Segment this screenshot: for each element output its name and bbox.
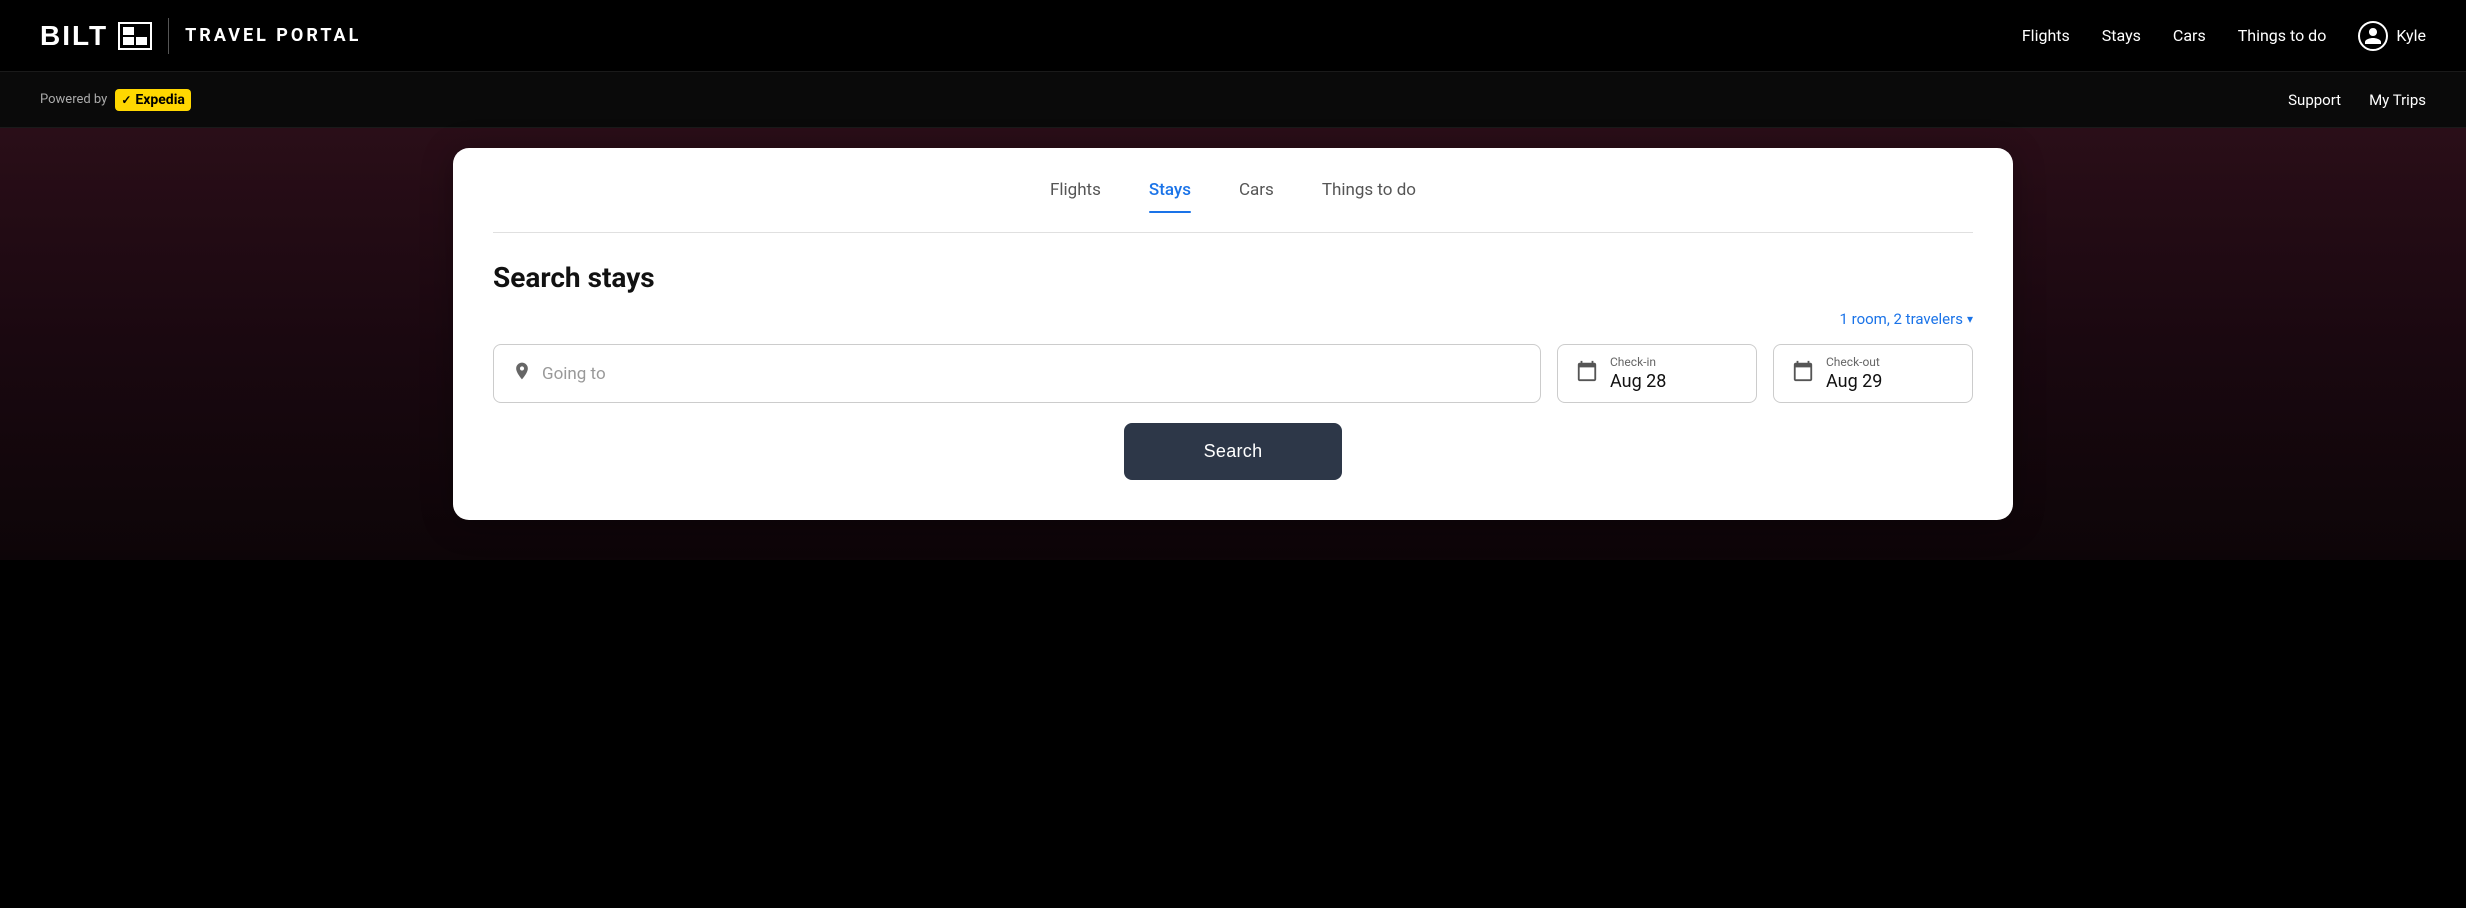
travelers-row: 1 room, 2 travelers ▾	[493, 310, 1973, 328]
checkin-value: Aug 28	[1610, 371, 1666, 392]
tab-stays[interactable]: Stays	[1149, 180, 1191, 212]
hero-section: Flights Stays Cars Things to do Search s…	[0, 128, 2466, 560]
top-navigation: BILT TRAVEL PORTAL Flights Stays Cars Th…	[0, 0, 2466, 72]
nav-left: BILT TRAVEL PORTAL	[40, 18, 361, 54]
travelers-selector[interactable]: 1 room, 2 travelers ▾	[1839, 310, 1973, 328]
powered-by-text: Powered by	[40, 92, 107, 107]
chevron-down-icon: ▾	[1967, 312, 1973, 326]
bilt-grid-icon	[118, 22, 152, 50]
nav-divider	[168, 18, 169, 54]
user-name: Kyle	[2396, 26, 2426, 45]
nav-link-things-to-do[interactable]: Things to do	[2238, 26, 2327, 45]
nav-link-cars[interactable]: Cars	[2173, 26, 2206, 45]
search-button[interactable]: Search	[1124, 423, 1343, 480]
going-to-field[interactable]: Going to	[493, 344, 1541, 403]
checkout-calendar-icon	[1792, 360, 1814, 387]
search-button-row: Search	[493, 423, 1973, 480]
location-icon	[512, 361, 532, 386]
going-to-placeholder: Going to	[542, 364, 606, 384]
bilt-logo[interactable]: BILT	[40, 20, 152, 52]
travelers-label: 1 room, 2 travelers	[1839, 310, 1962, 328]
checkout-content: Check-out Aug 29	[1826, 355, 1882, 392]
search-card: Flights Stays Cars Things to do Search s…	[453, 148, 2013, 520]
checkout-field[interactable]: Check-out Aug 29	[1773, 344, 1973, 403]
nav-link-flights[interactable]: Flights	[2022, 26, 2070, 45]
checkin-content: Check-in Aug 28	[1610, 355, 1666, 392]
my-trips-link[interactable]: My Trips	[2369, 91, 2426, 109]
support-link[interactable]: Support	[2288, 91, 2341, 109]
tab-cars[interactable]: Cars	[1239, 180, 1274, 212]
user-avatar-icon	[2358, 21, 2388, 51]
checkin-field[interactable]: Check-in Aug 28	[1557, 344, 1757, 403]
search-tabs: Flights Stays Cars Things to do	[493, 180, 1973, 233]
checkout-value: Aug 29	[1826, 371, 1882, 392]
powered-by: Powered by ✓ Expedia	[40, 89, 191, 111]
checkin-label: Check-in	[1610, 355, 1666, 369]
checkout-label: Check-out	[1826, 355, 1882, 369]
expedia-badge: ✓ Expedia	[115, 89, 191, 111]
expedia-check-icon: ✓	[121, 93, 131, 107]
expedia-label: Expedia	[135, 92, 185, 108]
user-profile[interactable]: Kyle	[2358, 21, 2426, 51]
secondary-nav-right: Support My Trips	[2288, 91, 2426, 109]
tab-things-to-do[interactable]: Things to do	[1322, 180, 1416, 212]
secondary-navigation: Powered by ✓ Expedia Support My Trips	[0, 72, 2466, 128]
bilt-wordmark: BILT	[40, 20, 108, 52]
nav-right: Flights Stays Cars Things to do Kyle	[2022, 21, 2426, 51]
nav-link-stays[interactable]: Stays	[2102, 26, 2141, 45]
portal-title: TRAVEL PORTAL	[185, 25, 361, 46]
tab-flights[interactable]: Flights	[1050, 180, 1101, 212]
search-fields: Going to Check-in Aug 28	[493, 344, 1973, 403]
checkin-calendar-icon	[1576, 360, 1598, 387]
search-title: Search stays	[493, 261, 1973, 294]
